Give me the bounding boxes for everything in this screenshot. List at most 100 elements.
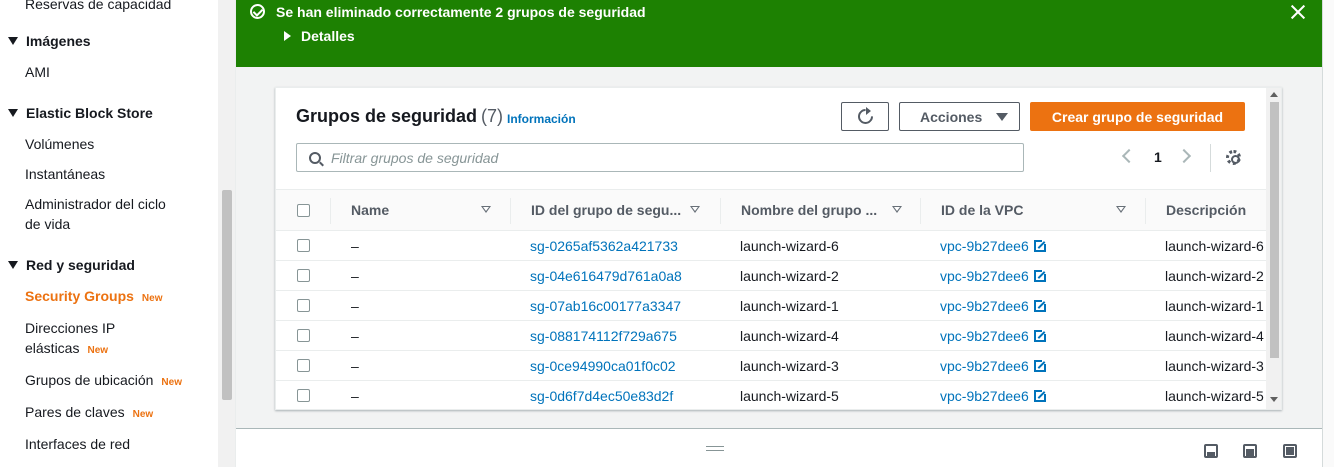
sidebar: Reservas de capacidad Imágenes AMI Elast… xyxy=(0,0,236,467)
cell-description: launch-wizard-1 xyxy=(1165,298,1264,314)
sort-icon[interactable] xyxy=(481,206,491,213)
row-checkbox[interactable] xyxy=(297,359,310,372)
search-input[interactable] xyxy=(331,149,1011,166)
table-row[interactable]: – sg-04e616479d761a0a8 launch-wizard-2 v… xyxy=(276,261,1266,291)
table-row[interactable]: – sg-088174112f729a675 launch-wizard-4 v… xyxy=(276,321,1266,351)
caret-down-icon xyxy=(8,109,18,117)
search-icon xyxy=(309,151,321,164)
sidebar-section-images[interactable]: Imágenes xyxy=(8,31,91,51)
table-scrollbar-thumb[interactable] xyxy=(1270,102,1279,358)
table-row[interactable]: – sg-0ce94990ca01f0c02 launch-wizard-3 v… xyxy=(276,351,1266,381)
flash-details-toggle[interactable]: Detalles xyxy=(284,28,355,44)
sidebar-item-ami[interactable]: AMI xyxy=(25,62,50,82)
cell-group-id-link[interactable]: sg-0ce94990ca01f0c02 xyxy=(530,358,676,374)
row-checkbox[interactable] xyxy=(297,239,310,252)
table-row[interactable]: – sg-07ab16c00177a3347 launch-wizard-1 v… xyxy=(276,291,1266,321)
cell-vpc-link[interactable]: vpc-9b27dee6 xyxy=(940,268,1048,284)
cell-group-id-link[interactable]: sg-088174112f729a675 xyxy=(530,328,677,344)
drag-handle-icon[interactable] xyxy=(706,446,724,451)
actions-label: Acciones xyxy=(920,108,983,125)
search-field[interactable] xyxy=(296,143,1024,172)
scroll-up-icon[interactable] xyxy=(1270,92,1278,97)
chevron-left-icon[interactable] xyxy=(1121,148,1137,164)
sidebar-section-network-security[interactable]: Red y seguridad xyxy=(8,255,135,275)
cell-group-id-link[interactable]: sg-0d6f7d4ec50e83d2f xyxy=(530,388,673,404)
page-number[interactable]: 1 xyxy=(1154,149,1162,165)
sidebar-item-security-groups[interactable]: Security Groups New xyxy=(25,286,162,309)
flash-details-label: Detalles xyxy=(301,28,355,44)
cell-name: – xyxy=(351,328,359,344)
row-checkbox[interactable] xyxy=(297,299,310,312)
cell-group-name: launch-wizard-4 xyxy=(740,328,839,344)
sidebar-section-ebs[interactable]: Elastic Block Store xyxy=(8,103,153,123)
caret-down-icon xyxy=(8,261,18,269)
sidebar-item-volumes[interactable]: Volúmenes xyxy=(25,134,94,154)
cell-vpc-link[interactable]: vpc-9b27dee6 xyxy=(940,388,1048,404)
row-checkbox[interactable] xyxy=(297,329,310,342)
sidebar-item-capacity-reservations[interactable]: Reservas de capacidad xyxy=(25,0,171,14)
cell-group-name: launch-wizard-5 xyxy=(740,388,839,404)
cell-vpc-link[interactable]: vpc-9b27dee6 xyxy=(940,238,1048,254)
sidebar-item-placement-groups[interactable]: Grupos de ubicación New xyxy=(25,370,182,393)
actions-dropdown[interactable]: Acciones xyxy=(899,102,1020,131)
new-badge: New xyxy=(87,345,109,356)
cell-vpc-link[interactable]: vpc-9b27dee6 xyxy=(940,358,1048,374)
sidebar-item-key-pairs[interactable]: Pares de claves New xyxy=(25,402,153,425)
table-row[interactable]: – sg-0d6f7d4ec50e83d2f launch-wizard-5 v… xyxy=(276,381,1266,409)
sidebar-section-label: Red y seguridad xyxy=(26,257,135,273)
panel-bottom-large-icon[interactable] xyxy=(1283,444,1297,458)
external-link-icon xyxy=(1033,268,1048,282)
sort-icon[interactable] xyxy=(1116,206,1126,213)
sidebar-scrollbar-thumb[interactable] xyxy=(222,190,232,400)
gear-icon[interactable] xyxy=(1226,150,1241,165)
column-header-group-name[interactable]: Nombre del grupo ... xyxy=(741,202,877,218)
sidebar-item-network-interfaces[interactable]: Interfaces de red xyxy=(25,434,130,454)
sidebar-item-elastic-ips[interactable]: Direcciones IP elásticas New xyxy=(25,318,115,361)
close-icon[interactable] xyxy=(1288,2,1308,22)
sidebar-item-lifecycle-manager[interactable]: Administrador del ciclo de vida xyxy=(25,194,166,234)
table-row[interactable]: – sg-0265af5362a421733 launch-wizard-6 v… xyxy=(276,231,1266,261)
select-all-checkbox[interactable] xyxy=(297,204,310,217)
cell-vpc-link[interactable]: vpc-9b27dee6 xyxy=(940,328,1048,344)
cell-group-id-link[interactable]: sg-0265af5362a421733 xyxy=(530,238,678,254)
external-link-icon xyxy=(1033,328,1048,342)
scroll-down-icon[interactable] xyxy=(1270,397,1278,402)
vpc-id: vpc-9b27dee6 xyxy=(940,328,1029,344)
cell-group-name: launch-wizard-3 xyxy=(740,358,839,374)
cell-name: – xyxy=(351,358,359,374)
info-link[interactable]: Información xyxy=(507,112,576,126)
refresh-button[interactable] xyxy=(841,102,889,131)
cell-name: – xyxy=(351,298,359,314)
panel-count: (7) xyxy=(481,106,504,126)
caret-right-icon xyxy=(284,31,291,41)
cell-name: – xyxy=(351,388,359,404)
panel-bottom-small-icon[interactable] xyxy=(1204,444,1218,458)
caret-down-icon xyxy=(996,112,1009,121)
column-header-description[interactable]: Descripción xyxy=(1166,202,1246,218)
divider xyxy=(1210,144,1211,172)
sidebar-item-label: Security Groups xyxy=(25,288,134,304)
split-panel-bar xyxy=(236,428,1322,467)
caret-down-icon xyxy=(8,37,18,45)
sidebar-item-label: Administrador del ciclo xyxy=(25,196,166,212)
cell-description: launch-wizard-4 xyxy=(1165,328,1264,344)
sort-icon[interactable] xyxy=(892,206,902,213)
panel-bottom-medium-icon[interactable] xyxy=(1243,444,1257,458)
vpc-id: vpc-9b27dee6 xyxy=(940,388,1029,404)
column-header-name[interactable]: Name xyxy=(351,202,389,218)
cell-group-id-link[interactable]: sg-04e616479d761a0a8 xyxy=(530,268,682,284)
cell-group-id-link[interactable]: sg-07ab16c00177a3347 xyxy=(530,298,681,314)
row-checkbox[interactable] xyxy=(297,389,310,402)
cell-group-name: launch-wizard-1 xyxy=(740,298,839,314)
sidebar-item-label: Direcciones IP xyxy=(25,320,116,336)
create-security-group-button[interactable]: Crear grupo de seguridad xyxy=(1030,102,1245,131)
sort-icon[interactable] xyxy=(690,206,700,213)
cell-vpc-link[interactable]: vpc-9b27dee6 xyxy=(940,298,1048,314)
external-link-icon xyxy=(1033,298,1048,312)
column-header-vpc-id[interactable]: ID de la VPC xyxy=(941,202,1023,218)
row-checkbox[interactable] xyxy=(297,269,310,282)
sidebar-item-snapshots[interactable]: Instantáneas xyxy=(25,164,105,184)
chevron-right-icon[interactable] xyxy=(1176,148,1192,164)
cell-name: – xyxy=(351,238,359,254)
column-header-group-id[interactable]: ID del grupo de segu... xyxy=(531,202,681,218)
